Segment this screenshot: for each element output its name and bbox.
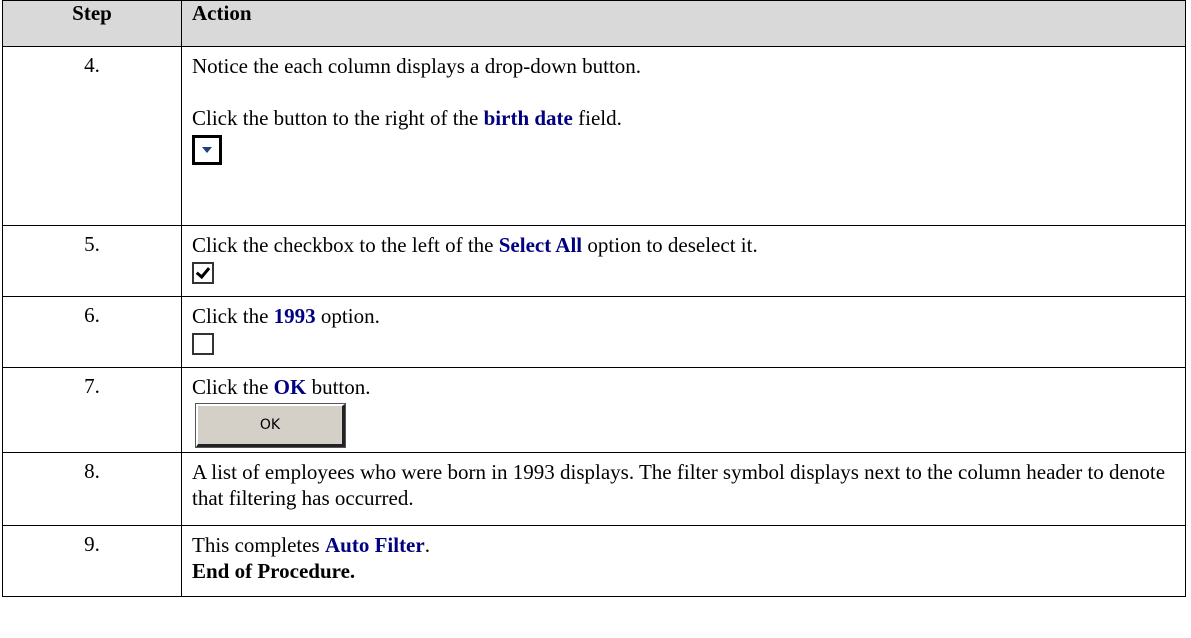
action-cell: Click the OK button. OK	[181, 367, 1186, 453]
step-number: 5.	[2, 225, 182, 297]
action-text: A list of employees who were born in 199…	[192, 460, 1166, 510]
procedure-table: Step Action 4. Notice the each column di…	[2, 0, 1186, 597]
table-row: 6. Click the 1993 option.	[2, 296, 1186, 368]
table-header-row: Step Action	[2, 0, 1186, 47]
action-text: Click the checkbox to the left of the Se…	[192, 233, 758, 257]
action-column-header: Action	[181, 0, 1186, 47]
action-text: Click the button to the right of the bir…	[192, 106, 622, 130]
action-text: Click the 1993 option.	[192, 304, 380, 328]
end-of-procedure: End of Procedure.	[192, 559, 356, 583]
step-number: 9.	[2, 525, 182, 597]
step-number: 7.	[2, 367, 182, 453]
keyword: Select All	[498, 233, 583, 257]
keyword: OK	[273, 375, 307, 399]
step-number: 6.	[2, 296, 182, 368]
keyword: 1993	[273, 304, 316, 328]
dropdown-arrow-icon[interactable]	[192, 135, 222, 165]
keyword: Auto Filter	[324, 533, 425, 557]
action-text: Click the OK button.	[192, 375, 371, 399]
ok-button[interactable]: OK	[196, 404, 345, 447]
action-cell: Click the checkbox to the left of the Se…	[181, 225, 1186, 297]
action-cell: This completes Auto Filter. End of Proce…	[181, 525, 1186, 597]
action-cell: Notice the each column displays a drop-d…	[181, 46, 1186, 226]
action-text: This completes Auto Filter.	[192, 533, 430, 557]
step-column-header: Step	[2, 0, 182, 47]
table-row: 7. Click the OK button. OK	[2, 367, 1186, 453]
step-number: 8.	[2, 452, 182, 526]
table-row: 4. Notice the each column displays a dro…	[2, 46, 1186, 226]
unchecked-checkbox-icon[interactable]	[192, 333, 214, 355]
action-cell: Click the 1993 option.	[181, 296, 1186, 368]
action-cell: A list of employees who were born in 199…	[181, 452, 1186, 526]
keyword: birth date	[483, 106, 573, 130]
table-row: 5. Click the checkbox to the left of the…	[2, 225, 1186, 297]
action-text: Notice the each column displays a drop-d…	[192, 54, 642, 78]
step-number: 4.	[2, 46, 182, 226]
table-row: 8. A list of employees who were born in …	[2, 452, 1186, 526]
checked-checkbox-icon[interactable]	[192, 262, 214, 284]
table-row: 9. This completes Auto Filter. End of Pr…	[2, 525, 1186, 597]
